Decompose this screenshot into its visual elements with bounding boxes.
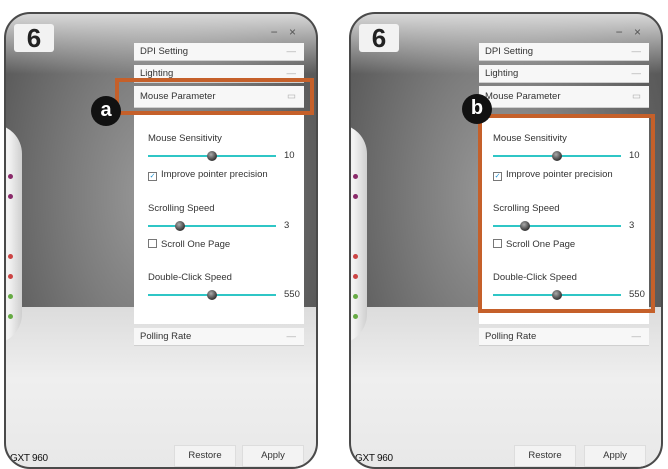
menu-item-dpi-setting[interactable]: DPI Setting — bbox=[479, 43, 649, 61]
apply-button[interactable]: Apply bbox=[584, 445, 646, 467]
restore-button[interactable]: Restore bbox=[514, 445, 576, 467]
precision-label: Improve pointer precision bbox=[161, 169, 268, 180]
menu-item-polling-rate[interactable]: Polling Rate — bbox=[479, 328, 649, 346]
menu-item-mouse-parameter[interactable]: Mouse Parameter ▭ bbox=[479, 86, 649, 108]
menu-item-dpi-setting[interactable]: DPI Setting — bbox=[134, 43, 304, 61]
menu-item-polling-rate[interactable]: Polling Rate — bbox=[134, 328, 304, 346]
double-click-slider[interactable] bbox=[148, 290, 276, 300]
precision-checkbox[interactable]: ✓ Improve pointer precision bbox=[148, 169, 268, 181]
sensitivity-label: Mouse Sensitivity bbox=[148, 133, 222, 144]
slider-knob[interactable] bbox=[207, 290, 217, 300]
checkbox-unchecked-icon[interactable] bbox=[148, 239, 157, 248]
model-label: GXT 960 bbox=[10, 453, 48, 464]
highlight-box bbox=[478, 114, 655, 313]
screenshot-panel-b: 6 − × DPI Setting — Lighting — Mouse Param… bbox=[349, 12, 663, 469]
menu-item-label: Lighting bbox=[485, 68, 519, 79]
checkbox-checked-icon[interactable]: ✓ bbox=[148, 172, 157, 181]
callout-badge: b bbox=[462, 94, 492, 124]
step-number-label: 6 bbox=[359, 24, 399, 52]
menu-item-label: Polling Rate bbox=[140, 331, 192, 342]
callout-badge: a bbox=[91, 96, 121, 126]
menu-item-label: Polling Rate bbox=[485, 331, 537, 342]
apply-button[interactable]: Apply bbox=[242, 445, 304, 467]
window-controls[interactable]: − × bbox=[271, 25, 300, 39]
expand-icon: ▭ bbox=[632, 91, 641, 102]
scrolling-speed-slider[interactable] bbox=[148, 221, 276, 231]
menu-item-lighting[interactable]: Lighting — bbox=[479, 65, 649, 83]
scrolling-speed-label: Scrolling Speed bbox=[148, 203, 215, 214]
menu-item-label: DPI Setting bbox=[140, 46, 189, 57]
sensitivity-slider[interactable] bbox=[148, 151, 276, 161]
restore-button[interactable]: Restore bbox=[174, 445, 236, 467]
model-label: GXT 960 bbox=[355, 453, 393, 464]
collapse-icon: — bbox=[631, 331, 642, 342]
scroll-one-page-checkbox[interactable]: Scroll One Page bbox=[148, 238, 230, 250]
scroll-one-page-label: Scroll One Page bbox=[161, 239, 231, 250]
collapse-icon: — bbox=[631, 46, 642, 57]
collapse-icon: — bbox=[286, 46, 297, 57]
collapse-icon: — bbox=[631, 68, 642, 79]
screenshot-panel-a: 6 − × DPI Setting — Lighting — Mouse Param… bbox=[4, 12, 318, 469]
collapse-icon: — bbox=[286, 331, 297, 342]
window-controls[interactable]: − × bbox=[616, 25, 645, 39]
highlight-box bbox=[115, 78, 314, 115]
sensitivity-value: 10 bbox=[284, 150, 295, 161]
double-click-label: Double-Click Speed bbox=[148, 272, 232, 283]
slider-knob[interactable] bbox=[175, 221, 185, 231]
mouse-parameter-section: Mouse Sensitivity 10 ✓ Improve pointer pr… bbox=[134, 115, 304, 324]
menu-item-label: DPI Setting bbox=[485, 46, 534, 57]
scrolling-speed-value: 3 bbox=[284, 220, 290, 231]
double-click-value: 550 bbox=[284, 289, 300, 300]
mouse-product-image bbox=[351, 124, 367, 344]
mouse-product-image bbox=[6, 124, 22, 344]
menu-item-label: Mouse Parameter bbox=[485, 91, 561, 102]
slider-knob[interactable] bbox=[207, 151, 217, 161]
step-number-label: 6 bbox=[14, 24, 54, 52]
